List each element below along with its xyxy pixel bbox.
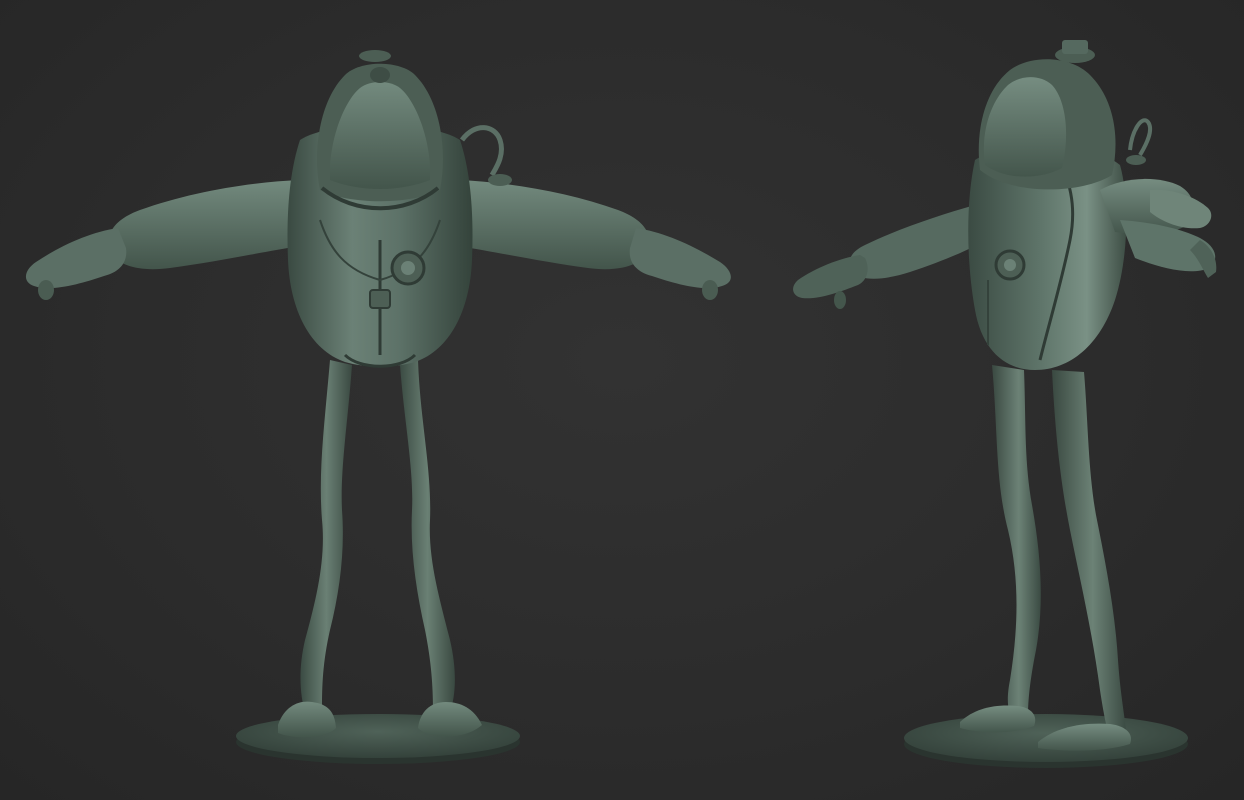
three-quarter-view-render xyxy=(793,40,1217,768)
front-view-render xyxy=(25,50,731,764)
front-view-figure xyxy=(0,0,760,800)
three-quarter-hose-detail xyxy=(1126,118,1153,165)
render-viewport xyxy=(0,0,1244,800)
front-helmet-head xyxy=(317,50,443,211)
three-quarter-helmet-head xyxy=(978,40,1116,190)
three-quarter-legs xyxy=(960,365,1132,751)
front-hose-detail xyxy=(459,125,512,186)
front-legs xyxy=(278,360,482,738)
three-quarter-far-arm xyxy=(793,205,985,309)
three-quarter-view-figure xyxy=(770,0,1244,800)
